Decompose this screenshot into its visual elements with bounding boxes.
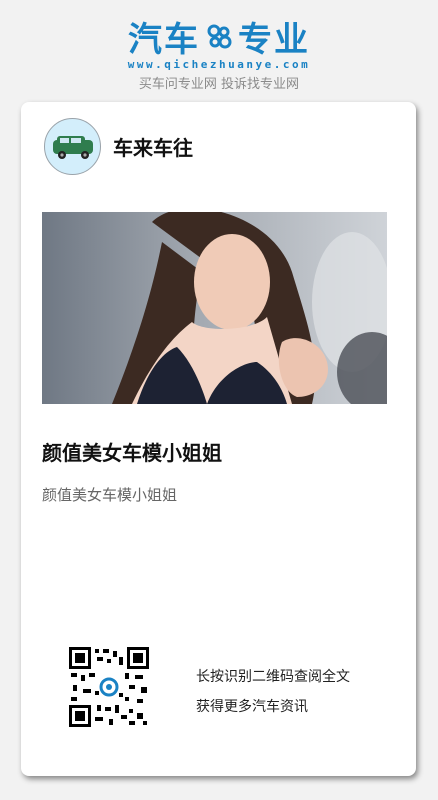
site-slogan: 买车问专业网 投诉找专业网 [138,77,300,92]
photo-image [42,212,387,404]
article-title[interactable]: 颜值美女车模小姐姐 [42,437,222,466]
author-row[interactable]: 车来车往 [44,118,193,175]
logo-text-left: 汽车 [128,19,200,60]
site-logo: 汽车 专业 [0,14,438,60]
brand-header: 汽车 专业 www.qichezhuanye.com 买车问专业网 投诉找专业网 [0,14,438,93]
qr-hint-line2: 获得更多汽车资讯 [196,699,308,715]
qr-code-icon[interactable] [69,647,149,727]
qr-hint: 长按识别二维码查阅全文 获得更多汽车资讯 [196,662,350,722]
gear-icon [207,24,232,49]
logo-text-right: 专业 [238,19,310,60]
article-card[interactable]: 车来车往 颜值美女车模小姐姐 颜值美女车模小姐姐 长按识别二维码查阅全文 获得更… [21,102,416,776]
avatar[interactable] [44,118,101,175]
site-domain: www.qichezhuanye.com [127,58,311,71]
article-summary: 颜值美女车模小姐姐 [42,486,178,504]
author-name[interactable]: 车来车往 [113,132,193,161]
cover-image[interactable] [42,212,387,404]
qr-hint-line1: 长按识别二维码查阅全文 [196,669,350,685]
car-icon [52,135,93,159]
